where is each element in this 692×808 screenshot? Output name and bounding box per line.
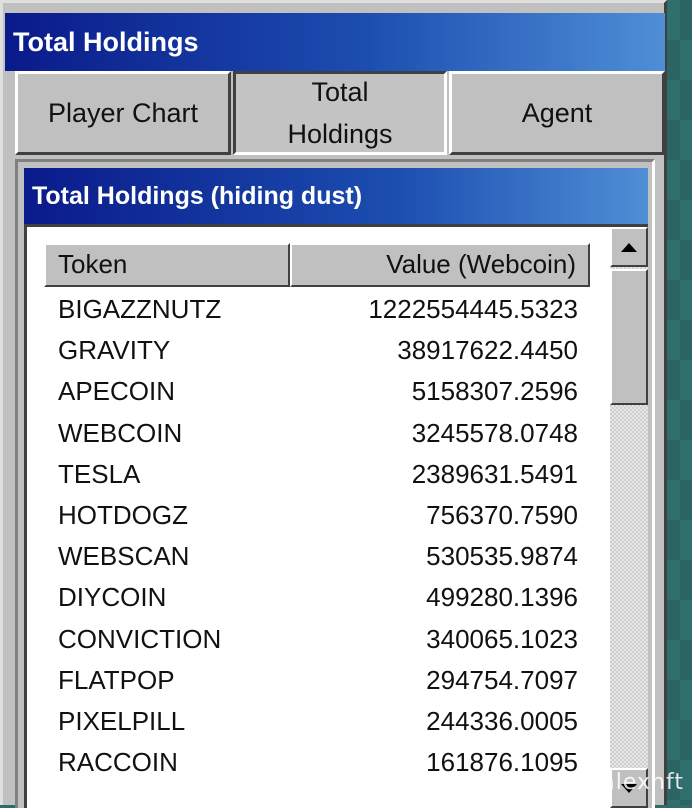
- token-name: FLATPOP: [58, 664, 175, 695]
- window-title: Total Holdings: [13, 26, 199, 57]
- token-name: HOTDOGZ: [58, 499, 188, 530]
- table-row[interactable]: FLATPOP 294754.7097: [44, 661, 592, 702]
- tab-player-chart[interactable]: Player Chart: [15, 71, 231, 155]
- token-name: PIXELPILL: [58, 705, 186, 736]
- token-value: 499280.1396: [426, 582, 578, 613]
- triangle-up-icon: [621, 242, 637, 252]
- table-row[interactable]: CONVICTION 340065.1023: [44, 620, 592, 661]
- holdings-panel: Total Holdings (hiding dust) Token Value…: [15, 159, 655, 808]
- tab-bar: Player Chart Total Holdings Agent: [13, 71, 665, 155]
- scrollbar-thumb[interactable]: [610, 269, 648, 405]
- table-row[interactable]: WEBSCAN 530535.9874: [44, 537, 592, 578]
- table-row[interactable]: RACCOIN 161876.1095: [44, 743, 592, 784]
- table-row[interactable]: DIYCOIN 499280.1396: [44, 578, 592, 619]
- token-name: DIYCOIN: [58, 582, 167, 613]
- token-name: WEBCOIN: [58, 417, 183, 448]
- token-value: 340065.1023: [426, 623, 578, 654]
- token-name: TESLA: [58, 458, 141, 489]
- token-value: 756370.7590: [426, 499, 578, 530]
- table-row[interactable]: WEBCOIN 3245578.0748: [44, 414, 592, 455]
- token-name: WEBSCAN: [58, 541, 190, 572]
- column-header-token[interactable]: Token: [44, 243, 290, 287]
- token-value: 5158307.2596: [411, 376, 578, 407]
- token-value: 38917622.4450: [397, 335, 578, 366]
- holdings-list[interactable]: Token Value (Webcoin) BIGAZZNUTZ 1222554…: [24, 224, 648, 808]
- table-row[interactable]: HOTDOGZ 756370.7590: [44, 496, 592, 537]
- table-row[interactable]: TESLA 2389631.5491: [44, 455, 592, 496]
- tab-label: Agent: [521, 98, 593, 128]
- window-titlebar[interactable]: Total Holdings: [5, 13, 665, 71]
- table-row[interactable]: APECOIN 5158307.2596: [44, 372, 592, 413]
- table-row[interactable]: GRAVITY 38917622.4450: [44, 331, 592, 372]
- table-row[interactable]: BIGAZZNUTZ 1222554445.5323: [44, 290, 592, 331]
- token-name: BIGAZZNUTZ: [58, 294, 222, 324]
- token-name: CONVICTION: [58, 623, 222, 654]
- vertical-scrollbar[interactable]: [610, 227, 648, 808]
- tab-agent[interactable]: Agent: [449, 71, 665, 155]
- panel-title-bar: Total Holdings (hiding dust): [24, 168, 648, 224]
- holdings-window: Total Holdings Player Chart Total Holdin…: [0, 0, 667, 808]
- token-name: GRAVITY: [58, 335, 171, 366]
- column-header-value[interactable]: Value (Webcoin): [290, 243, 590, 287]
- list-rows: BIGAZZNUTZ 1222554445.5323 GRAVITY 38917…: [44, 290, 592, 784]
- scroll-up-button[interactable]: [610, 227, 648, 267]
- token-value: 244336.0005: [426, 705, 578, 736]
- token-name: RACCOIN: [58, 747, 178, 778]
- token-value: 1222554445.5323: [368, 294, 578, 324]
- tab-label: Player Chart: [47, 98, 199, 128]
- token-value: 3245578.0748: [411, 417, 578, 448]
- watermark: @ natealexnft: [516, 770, 684, 795]
- token-value: 294754.7097: [426, 664, 578, 695]
- table-row[interactable]: PIXELPILL 244336.0005: [44, 702, 592, 743]
- panel-title: Total Holdings (hiding dust): [32, 181, 363, 210]
- token-value: 2389631.5491: [411, 458, 578, 489]
- tab-total-holdings[interactable]: Total Holdings: [233, 71, 447, 155]
- tab-label: Total Holdings: [287, 77, 393, 149]
- list-header: Token Value (Webcoin): [44, 243, 592, 287]
- token-value: 530535.9874: [426, 541, 578, 572]
- token-name: APECOIN: [58, 376, 176, 407]
